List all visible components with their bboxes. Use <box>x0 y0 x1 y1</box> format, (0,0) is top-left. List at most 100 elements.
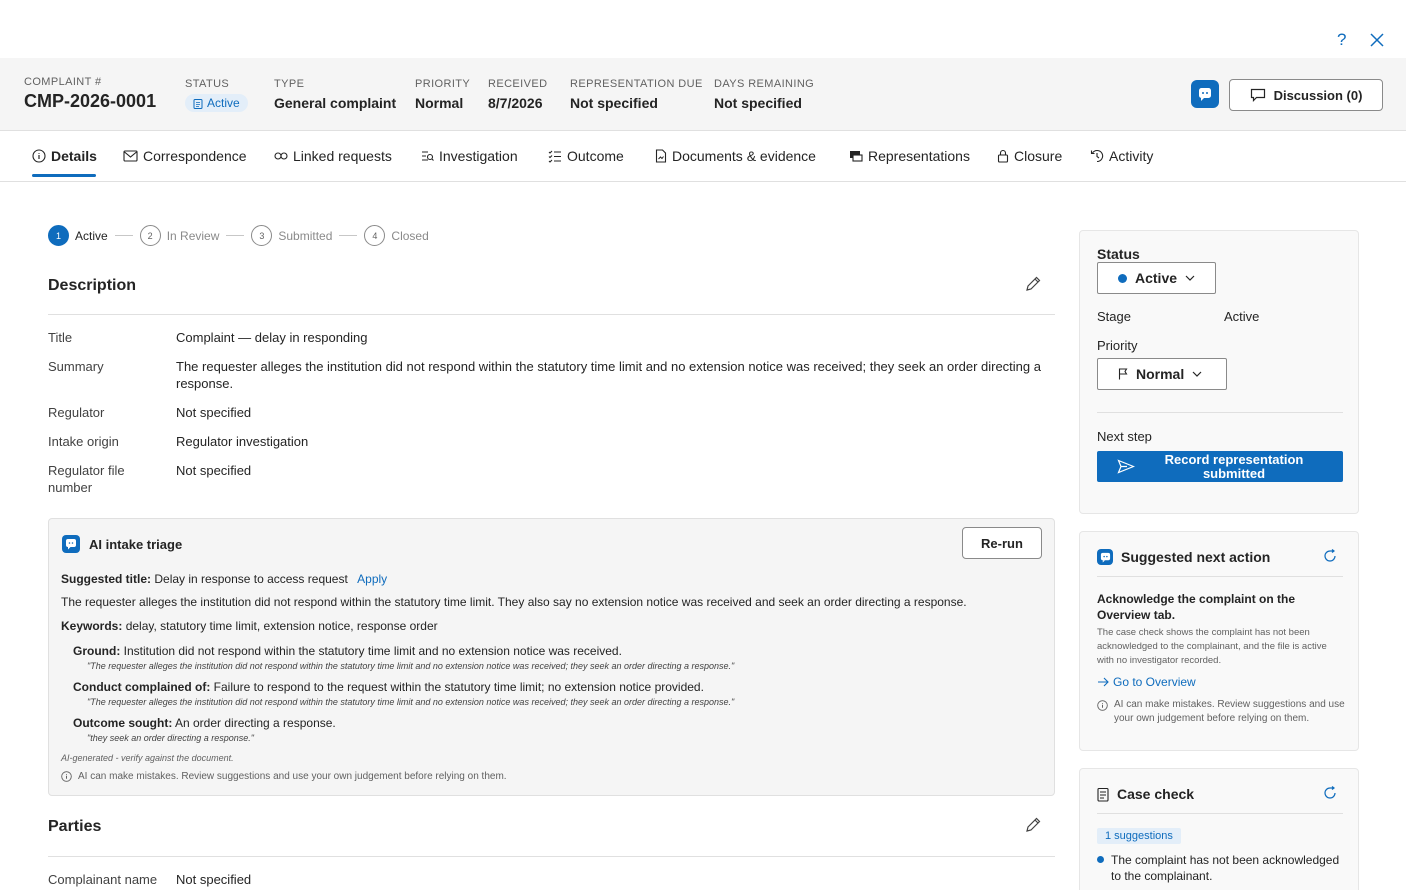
representations-icon <box>849 150 863 162</box>
status-dropdown[interactable]: Active <box>1097 262 1216 294</box>
complaint-number: CMP-2026-0001 <box>24 91 157 111</box>
checklist-icon <box>1097 787 1109 802</box>
ai-intake-triage-card: AI intake triage Re-run Suggested title:… <box>48 518 1055 796</box>
days-remaining-field: DAYS REMAINING Not specified <box>714 78 815 111</box>
tab-activity[interactable]: Activity <box>1090 145 1153 167</box>
close-icon[interactable] <box>1370 33 1384 47</box>
status-badge: Active <box>185 94 248 112</box>
ai-assistant-button[interactable] <box>1191 80 1219 108</box>
complaint-number-field: COMPLAINT # CMP-2026-0001 <box>24 76 157 111</box>
complainant-name-label: Complainant name <box>48 872 158 887</box>
case-check-panel: Case check 1 suggestions The complaint h… <box>1079 768 1359 890</box>
flag-icon <box>1118 368 1128 380</box>
status-field: STATUS Active <box>185 78 248 112</box>
refresh-icon[interactable] <box>1323 549 1337 563</box>
info-icon <box>32 149 46 163</box>
case-check-item: The complaint has not been acknowledged … <box>1111 853 1340 883</box>
representation-due-field: REPRESENTATION DUE Not specified <box>570 78 703 111</box>
edit-parties-icon[interactable] <box>1024 816 1042 834</box>
stage-value: Active <box>1224 309 1260 324</box>
bullet-dot <box>1097 856 1104 863</box>
keywords: Keywords: delay, statutory time limit, e… <box>61 619 438 633</box>
apply-link[interactable]: Apply <box>357 572 387 586</box>
suggestions-count-badge: 1 suggestions <box>1097 828 1181 844</box>
step-closed: 4 Closed <box>364 225 429 246</box>
priority-field: PRIORITY Normal <box>415 78 471 111</box>
priority-dropdown[interactable]: Normal <box>1097 358 1227 390</box>
intake-origin-label: Intake origin <box>48 434 119 449</box>
intake-origin-value: Regulator investigation <box>176 434 309 449</box>
ground: Ground: Institution did not respond with… <box>73 644 622 658</box>
tab-documents-evidence[interactable]: Documents & evidence <box>655 145 816 167</box>
tab-correspondence[interactable]: Correspondence <box>123 145 247 167</box>
mail-icon <box>123 150 138 162</box>
tab-closure[interactable]: Closure <box>997 145 1062 167</box>
tab-details[interactable]: Details <box>32 145 97 167</box>
history-icon <box>1090 149 1104 163</box>
complaint-header: COMPLAINT # CMP-2026-0001 STATUS Active … <box>0 58 1406 131</box>
regulator-value: Not specified <box>176 405 252 420</box>
complainant-name-value: Not specified <box>176 872 252 887</box>
ground-quote: "The requester alleges the institution d… <box>87 661 735 671</box>
tab-bar: Details Correspondence Linked requests I… <box>0 131 1406 182</box>
ai-summary: The requester alleges the institution di… <box>61 595 967 609</box>
top-bar: ? <box>0 0 1406 58</box>
status-dot <box>1118 273 1127 283</box>
outcome-sought: Outcome sought: An order directing a res… <box>73 716 336 730</box>
active-tab-indicator <box>32 174 96 177</box>
chat-icon <box>1250 88 1266 102</box>
link-icon <box>274 151 288 161</box>
lock-icon <box>997 149 1009 163</box>
conduct-complained-of: Conduct complained of: Failure to respon… <box>73 680 704 694</box>
parties-title: Parties <box>48 818 102 835</box>
ai-generated-note: AI-generated - verify against the docume… <box>61 753 234 763</box>
chevron-down-icon <box>1192 371 1202 377</box>
tab-investigation[interactable]: Investigation <box>420 145 518 167</box>
ai-chat-icon <box>62 535 80 553</box>
stage-stepper: 1 Active 2 In Review 3 Submitted 4 Close… <box>48 225 429 246</box>
suggested-action-disclaimer: AI can make mistakes. Review suggestions… <box>1114 699 1345 724</box>
regulator-file-number-value: Not specified <box>176 463 252 478</box>
help-icon[interactable]: ? <box>1337 30 1346 50</box>
suggested-action-heading: Acknowledge the complaint on the Overvie… <box>1097 592 1296 622</box>
description-title: Description <box>48 277 137 294</box>
step-in-review: 2 In Review <box>139 225 219 246</box>
type-field: TYPE General complaint <box>274 78 397 111</box>
list-check-icon <box>548 150 562 163</box>
info-icon <box>61 771 72 782</box>
info-icon <box>1097 700 1108 711</box>
status-panel: Status Active Stage Active Priority Norm… <box>1079 230 1359 514</box>
go-to-overview-link[interactable]: Go to Overview <box>1097 675 1196 689</box>
refresh-icon[interactable] <box>1323 786 1337 800</box>
chevron-down-icon <box>1185 275 1195 281</box>
clipboard-icon <box>193 98 203 109</box>
summary-value: The requester alleges the institution di… <box>176 359 1041 391</box>
rerun-button[interactable]: Re-run <box>962 527 1042 559</box>
suggested-action-body: The case check shows the complaint has n… <box>1097 627 1327 666</box>
suggested-next-action-panel: Suggested next action Acknowledge the co… <box>1079 531 1359 751</box>
regulator-label: Regulator <box>48 405 105 420</box>
ai-chat-icon <box>1097 549 1113 565</box>
outcome-quote: "they seek an order directing a response… <box>87 733 254 743</box>
title-value: Complaint — delay in responding <box>176 330 368 345</box>
tab-representations[interactable]: Representations <box>849 145 970 167</box>
step-active: 1 Active <box>48 225 108 246</box>
arrow-right-icon <box>1097 677 1109 687</box>
step-submitted: 3 Submitted <box>251 225 332 246</box>
ai-disclaimer: AI can make mistakes. Review suggestions… <box>61 771 507 782</box>
ai-chat-icon <box>1197 86 1213 102</box>
send-icon <box>1117 459 1135 474</box>
suggested-title: Suggested title: Delay in response to ac… <box>61 572 388 586</box>
edit-description-icon[interactable] <box>1024 275 1042 293</box>
summary-label: Summary <box>48 359 104 374</box>
investigation-icon <box>420 149 434 163</box>
conduct-quote: "The requester alleges the institution d… <box>87 697 735 707</box>
ai-triage-header: AI intake triage <box>62 535 182 553</box>
tab-outcome[interactable]: Outcome <box>548 145 624 167</box>
discussion-button[interactable]: Discussion (0) <box>1229 79 1383 111</box>
regulator-file-number-label: Regulator file number <box>48 463 125 495</box>
tab-linked-requests[interactable]: Linked requests <box>274 145 392 167</box>
record-representation-button[interactable]: Record representation submitted <box>1097 451 1343 482</box>
received-field: RECEIVED 8/7/2026 <box>488 78 548 111</box>
title-label: Title <box>48 330 73 345</box>
